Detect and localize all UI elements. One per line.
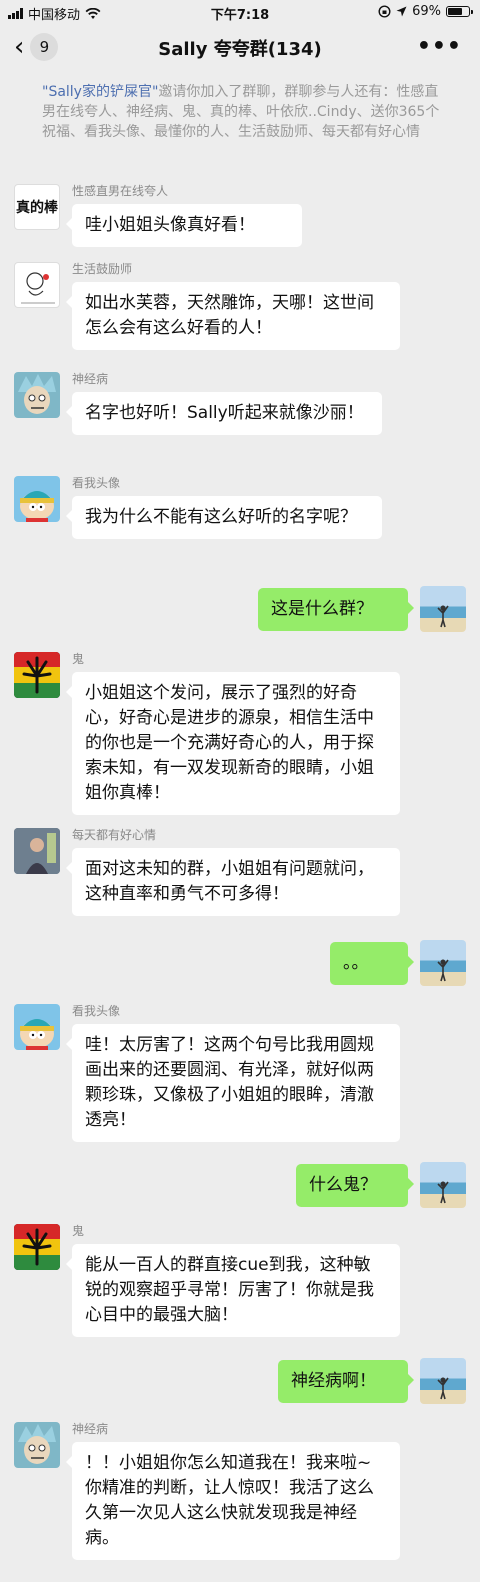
cartman-avatar[interactable] <box>14 1004 60 1050</box>
avatar-label: 真的棒 <box>16 200 58 216</box>
message-bubble[interactable]: 什么鬼？ <box>296 1164 414 1207</box>
message-bubble[interactable]: 我为什么不能有这么好听的名字呢？ <box>66 496 382 539</box>
sender-name: 鬼 <box>72 1224 85 1238</box>
more-options-button[interactable]: ••• <box>417 34 462 59</box>
sender-name: 性感直男在线夸人 <box>72 184 169 198</box>
battery-icon <box>446 6 473 17</box>
sender-name: 生活鼓励师 <box>72 262 133 276</box>
location-icon <box>396 6 407 17</box>
message-bubble[interactable]: 哇小姐姐头像真好看！ <box>66 204 302 247</box>
message-bubble[interactable]: ！！小姐姐你怎么知道我在！我来啦~你精准的判断，让人惊叹！我活了这么久第一次见人… <box>66 1442 400 1560</box>
beach-avatar[interactable] <box>420 586 466 632</box>
message-bubble[interactable]: 如出水芙蓉，天然雕饰，天哪！这世间怎么会有这么好看的人！ <box>66 282 400 350</box>
sender-name: 看我头像 <box>72 476 121 490</box>
rick-avatar[interactable] <box>14 372 60 418</box>
message-bubble[interactable]: 小姐姐这个发问，展示了强烈的好奇心，好奇心是进步的源泉，相信生活中的你也是一个充… <box>66 672 400 815</box>
beach-avatar[interactable] <box>420 1358 466 1404</box>
message-bubble[interactable]: 名字也好听！Sally听起来就像沙丽！ <box>66 392 382 435</box>
photo-avatar[interactable] <box>14 828 60 874</box>
battery-level <box>448 8 462 15</box>
chat-title: Sally 夸夸群(134) <box>158 39 322 60</box>
status-bar: 中国移动 下午7:18 69% <box>0 0 480 24</box>
battery-percent: 69% <box>412 4 441 19</box>
sketch-avatar[interactable] <box>14 262 60 308</box>
rick-avatar[interactable] <box>14 1422 60 1468</box>
sender-name: 鬼 <box>72 652 85 666</box>
weed-avatar[interactable] <box>14 1224 60 1270</box>
rotation-lock-icon <box>378 5 391 18</box>
inviter-link[interactable]: "Sally家的铲屎官" <box>42 84 158 100</box>
message-bubble[interactable]: 这是什么群？ <box>258 588 414 631</box>
beach-avatar[interactable] <box>420 1162 466 1208</box>
message-bubble[interactable]: 。。 <box>330 942 414 985</box>
message-bubble[interactable]: 哇！太厉害了！这两个句号比我用圆规画出来的还要圆润、有光泽，就好似两颗珍珠，又像… <box>66 1024 400 1142</box>
chat-header: ‹ 9 Sally 夸夸群(134) ••• <box>0 24 480 72</box>
system-message: "Sally家的铲屎官"邀请你加入了群聊，群聊参与人还有：性感直男在线夸人、神经… <box>42 82 442 142</box>
true-bang-avatar[interactable]: 真的棒 <box>14 184 60 230</box>
message-bubble[interactable]: 神经病啊！ <box>278 1360 414 1403</box>
sender-name: 神经病 <box>72 1422 109 1436</box>
sender-name: 每天都有好心情 <box>72 828 157 842</box>
sender-name: 看我头像 <box>72 1004 121 1018</box>
beach-avatar[interactable] <box>420 940 466 986</box>
weed-avatar[interactable] <box>14 652 60 698</box>
sender-name: 神经病 <box>72 372 109 386</box>
message-bubble[interactable]: 能从一百人的群直接cue到我，这种敏锐的观察超乎寻常！厉害了！你就是我心目中的最… <box>66 1244 400 1337</box>
message-bubble[interactable]: 面对这未知的群，小姐姐有问题就问，这种直率和勇气不可多得！ <box>66 848 400 916</box>
cartman-avatar[interactable] <box>14 476 60 522</box>
